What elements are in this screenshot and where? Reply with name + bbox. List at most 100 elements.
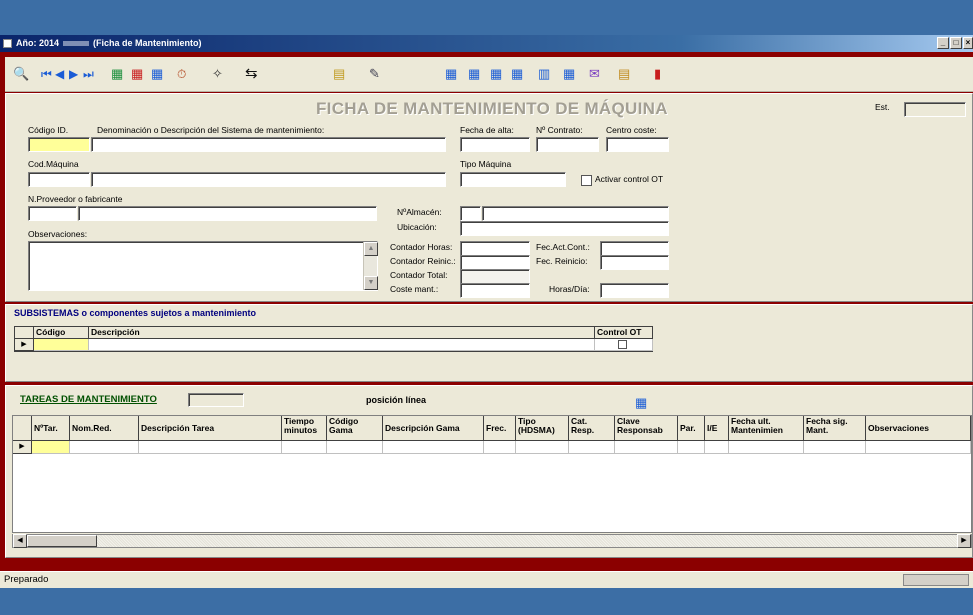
action3-icon[interactable]: ▦ [490, 65, 502, 83]
folders-icon[interactable]: ▤ [618, 65, 630, 83]
calendar-pm-icon[interactable]: ▥ [538, 65, 550, 83]
minimize-button[interactable]: _ [937, 37, 949, 49]
maximize-button[interactable]: □ [950, 37, 962, 49]
table-cell[interactable] [729, 441, 804, 454]
ubicacion-input[interactable] [460, 221, 669, 236]
almacen-name-input[interactable] [482, 206, 669, 221]
contador-reinic-input[interactable] [460, 255, 530, 270]
fec-reinicio-input[interactable] [600, 255, 669, 270]
est-field[interactable] [904, 102, 966, 117]
copy-icon[interactable]: ▤ [333, 65, 345, 83]
table-cell[interactable] [866, 441, 971, 454]
table-cell[interactable] [282, 441, 327, 454]
contador-total-input [460, 269, 530, 284]
scroll-up-icon[interactable]: ▲ [364, 242, 378, 256]
fec-reinicio-label: Fec. Reinicio: [536, 256, 588, 266]
cod-maquina-label: Cod.Máquina [28, 159, 79, 169]
app-icon[interactable] [3, 39, 12, 48]
last-record-icon[interactable]: ⏭ [83, 65, 94, 83]
table-cell[interactable] [70, 441, 139, 454]
close-button[interactable]: × [963, 37, 973, 49]
control-ot-checkbox[interactable] [618, 340, 627, 349]
timer-icon[interactable]: ⏱ [177, 65, 186, 83]
chart-icon[interactable]: ✉ [589, 65, 600, 83]
contador-horas-input[interactable] [460, 241, 530, 256]
observaciones-scrollbar[interactable]: ▲ ▼ [363, 242, 378, 290]
first-record-icon[interactable]: ⏮ [41, 65, 52, 83]
report-icon[interactable]: ✎ [369, 65, 380, 83]
contador-reinic-label: Contador Reinic.: [390, 256, 456, 266]
column-header[interactable]: Control OT [595, 327, 653, 339]
table-cell[interactable] [383, 441, 484, 454]
prev-record-icon[interactable]: ◀ [55, 65, 64, 83]
column-header[interactable]: Descripción [89, 327, 595, 339]
fec-act-cont-input[interactable] [600, 241, 669, 256]
column-header[interactable]: Par. [678, 416, 705, 441]
maquina-descripcion-input[interactable] [91, 172, 446, 187]
scroll-right-icon[interactable]: ▶ [957, 534, 971, 548]
tasks-horizontal-scrollbar[interactable]: ◀ ▶ [12, 534, 972, 548]
column-header[interactable]: Cat. Resp. [569, 416, 615, 441]
scroll-left-icon[interactable]: ◀ [13, 534, 27, 548]
table-cell[interactable] [139, 441, 282, 454]
clear-icon[interactable]: ✧ [212, 65, 223, 83]
column-header[interactable]: Fecha sig. Mant. [804, 416, 866, 441]
table-cell[interactable] [569, 441, 615, 454]
column-header[interactable]: Descripción Tarea [139, 416, 282, 441]
column-header[interactable]: Tiempo minutos [282, 416, 327, 441]
exit-icon[interactable]: ▮ [654, 65, 661, 83]
search-icon[interactable]: 🔍 [13, 65, 29, 83]
column-header[interactable]: Descripción Gama [383, 416, 484, 441]
scroll-down-icon[interactable]: ▼ [364, 276, 378, 290]
table-cell[interactable] [804, 441, 866, 454]
proveedor-name-input[interactable] [78, 206, 377, 221]
action1-icon[interactable]: ▦ [445, 65, 457, 83]
centro-coste-input[interactable] [606, 137, 669, 152]
denominacion-input[interactable] [91, 137, 446, 152]
column-header[interactable]: Código Gama [327, 416, 383, 441]
activar-control-ot-checkbox[interactable] [581, 175, 592, 186]
tasks-grid: NºTar. Nom.Red. Descripción Tarea Tiempo… [12, 415, 972, 533]
table-cell[interactable] [615, 441, 678, 454]
column-header[interactable]: NºTar. [32, 416, 70, 441]
column-header[interactable]: I/E [705, 416, 729, 441]
proveedor-code-input[interactable] [28, 206, 77, 221]
scroll-thumb[interactable] [27, 535, 97, 547]
n-contrato-input[interactable] [536, 137, 599, 152]
tab-navigate-icon[interactable]: ⇆ [245, 65, 258, 83]
next-record-icon[interactable]: ▶ [69, 65, 78, 83]
table-cell[interactable] [89, 339, 595, 351]
almacen-code-input[interactable] [460, 206, 481, 221]
coste-mant-input[interactable] [460, 283, 530, 298]
table-cell[interactable] [32, 441, 70, 454]
action2-icon[interactable]: ▦ [468, 65, 480, 83]
table-cell[interactable] [34, 339, 89, 351]
row-header-corner [13, 416, 32, 441]
column-header[interactable]: Nom.Red. [70, 416, 139, 441]
machine-form-panel: FICHA DE MANTENIMIENTO DE MÁQUINA Est. C… [5, 93, 973, 302]
cod-maquina-input[interactable] [28, 172, 90, 187]
action4-icon[interactable]: ▦ [511, 65, 523, 83]
table-cell[interactable] [327, 441, 383, 454]
codigo-id-input[interactable] [28, 137, 90, 152]
table-cell[interactable] [678, 441, 705, 454]
column-header[interactable]: Código [34, 327, 89, 339]
column-header[interactable]: Frec. [484, 416, 516, 441]
horas-dia-input[interactable] [600, 283, 669, 298]
observaciones-textarea[interactable]: ▲ ▼ [28, 241, 378, 291]
column-header[interactable]: Tipo (HDSMA) [516, 416, 569, 441]
table-cell[interactable] [516, 441, 569, 454]
add-task-icon[interactable]: ▦ [635, 395, 647, 411]
save-record-icon[interactable]: ▦ [151, 65, 163, 83]
table-cell[interactable] [484, 441, 516, 454]
fecha-alta-input[interactable] [460, 137, 530, 152]
delete-record-icon[interactable]: ▦ [131, 65, 143, 83]
table-cell[interactable] [705, 441, 729, 454]
report-r-icon[interactable]: ▦ [563, 65, 575, 83]
column-header[interactable]: Observaciones [866, 416, 971, 441]
column-header[interactable]: Clave Responsab [615, 416, 678, 441]
column-header[interactable]: Fecha ult. Mantenimien [729, 416, 804, 441]
tipo-maquina-input[interactable] [460, 172, 566, 187]
new-record-icon[interactable]: ▦ [111, 65, 123, 83]
tasks-title[interactable]: TAREAS DE MANTENIMIENTO [20, 394, 157, 405]
